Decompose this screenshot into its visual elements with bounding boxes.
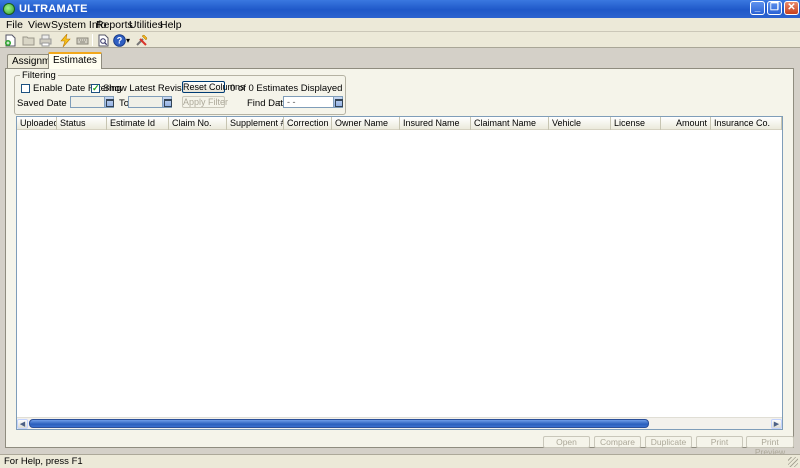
col-amount[interactable]: Amount [661,117,711,130]
col-estimate-id[interactable]: Estimate Id [107,117,169,130]
duplicate-button[interactable]: Duplicate [645,436,692,448]
reset-columns-button[interactable]: Reset Columns [182,81,245,93]
status-text: For Help, press F1 [4,456,83,467]
col-correction[interactable]: Correction # [284,117,332,130]
open-button[interactable]: Open [543,436,590,448]
main-content: Assignments Estimates Filtering Enable D… [0,48,800,457]
saved-date-from-field[interactable] [70,96,114,108]
lightning-icon[interactable] [58,33,72,47]
show-latest-revisions-checkbox[interactable]: ✓ [91,84,100,93]
help-icon[interactable]: ? [112,33,126,47]
filtering-legend: Filtering [20,70,58,81]
col-claim-no[interactable]: Claim No. [169,117,227,130]
saved-date-to-field[interactable] [128,96,172,108]
estimates-tab-page: Filtering Enable Date Filtering ✓ Show L… [5,68,794,448]
col-supplement[interactable]: Supplement # [227,117,284,130]
document-search-icon[interactable] [96,33,110,47]
scrollbar-thumb[interactable] [29,419,649,428]
app-logo-icon [3,3,15,15]
toolbar: ? ▾ [0,32,800,48]
tab-estimates[interactable]: Estimates [48,52,102,69]
find-date-label: Find Date [247,98,289,109]
col-insured-name[interactable]: Insured Name [400,117,471,130]
estimates-grid[interactable]: Uploaded Status Estimate Id Claim No. Su… [16,116,783,430]
calendar-icon[interactable] [162,97,172,107]
tools-icon[interactable] [134,33,148,47]
close-button[interactable]: ✕ [784,1,799,15]
toolbar-separator [92,34,93,46]
restore-button[interactable]: ❐ [767,1,782,15]
print-button[interactable]: Print [696,436,743,448]
estimates-displayed-count: 0 of 0 Estimates Displayed [230,83,343,94]
col-license[interactable]: License [611,117,661,130]
filtering-group: Filtering Enable Date Filtering ✓ Show L… [14,70,346,115]
resize-grip[interactable] [788,457,798,467]
col-claimant-name[interactable]: Claimant Name [471,117,549,130]
col-owner-name[interactable]: Owner Name [332,117,400,130]
status-bar: For Help, press F1 [0,454,800,468]
print-preview-button[interactable]: Print Preview [746,436,794,457]
enable-date-filtering-checkbox[interactable] [21,84,30,93]
find-date-value: - - [287,97,296,107]
scroll-left-button[interactable]: ◀ [17,419,28,429]
window-title: ULTRAMATE [19,3,88,15]
find-date-colon: : [278,98,281,109]
calendar-icon[interactable] [333,97,343,107]
new-document-icon[interactable] [3,33,17,47]
col-insurance-co[interactable]: Insurance Co. [711,117,782,130]
menu-reports[interactable]: Reports [96,19,133,31]
menu-view[interactable]: View [28,19,51,31]
apply-filter-button[interactable]: Apply Filter [182,96,228,108]
calendar-icon[interactable] [104,97,114,107]
print-icon[interactable] [38,33,52,47]
menu-bar: File View System Info Reports Utilities … [0,18,800,32]
menu-help[interactable]: Help [160,19,182,31]
horizontal-scrollbar[interactable]: ◀ ▶ [17,417,782,429]
col-uploaded[interactable]: Uploaded [17,117,57,130]
help-dropdown-icon[interactable]: ▾ [125,33,131,47]
open-folder-icon[interactable] [21,33,35,47]
compare-button[interactable]: Compare [594,436,641,448]
col-vehicle[interactable]: Vehicle [549,117,611,130]
svg-text:?: ? [116,35,122,45]
menu-file[interactable]: File [6,19,23,31]
title-bar: ULTRAMATE _ ❐ ✕ [0,0,800,18]
scroll-right-button[interactable]: ▶ [771,419,782,429]
find-date-field[interactable]: - - [283,96,343,108]
minimize-button[interactable]: _ [750,1,765,15]
grid-header: Uploaded Status Estimate Id Claim No. Su… [17,117,782,130]
col-status[interactable]: Status [57,117,107,130]
keyboard-icon[interactable] [75,33,89,47]
menu-utilities[interactable]: Utilities [129,19,163,31]
